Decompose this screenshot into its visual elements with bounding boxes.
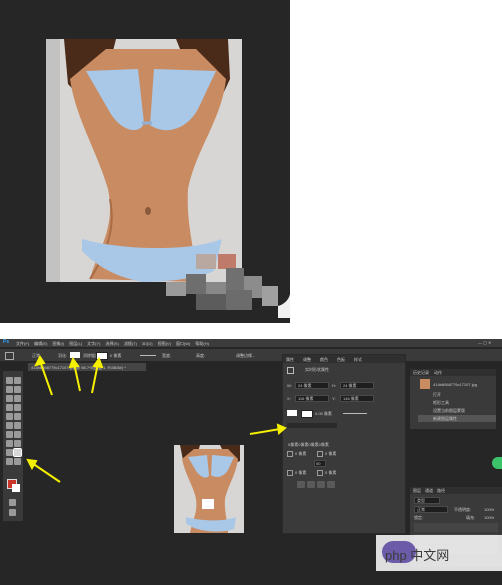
path-op-combine-button[interactable] xyxy=(297,481,305,488)
tab-adjustments[interactable]: 调整 xyxy=(303,357,311,362)
stroke-style-line[interactable] xyxy=(343,413,367,414)
properties-title: 实时形状属性 xyxy=(305,367,329,372)
history-item-mask[interactable]: 设置当前图层蒙版 xyxy=(433,408,465,413)
link-corners-field[interactable]: 00 xyxy=(314,460,326,467)
h-field[interactable]: 24 像素 xyxy=(340,382,374,389)
corner-tr-check[interactable] xyxy=(317,451,323,457)
tab-color[interactable]: 颜色 xyxy=(320,357,328,362)
tab-paths[interactable]: 路径 xyxy=(437,488,445,493)
h-label: H: xyxy=(332,383,336,388)
fill-label: 填充: xyxy=(466,515,476,520)
lock-label: 锁定: xyxy=(414,515,424,520)
window-controls[interactable]: — ▢ ✕ xyxy=(478,340,491,345)
path-op-subtract-button[interactable] xyxy=(307,481,315,488)
corner-tl-value[interactable]: 0 像素 xyxy=(295,451,306,456)
arrow-corners-head xyxy=(276,423,287,435)
opacity-label: 不透明度: xyxy=(454,507,472,512)
y-field[interactable]: 146 像素 xyxy=(340,395,374,402)
history-snapshot-label[interactable]: 414b6068779c17107.jpg xyxy=(433,382,477,387)
watermark-text: php 中文网 xyxy=(385,548,450,563)
path-op-exclude-button[interactable] xyxy=(327,481,335,488)
align-icons[interactable] xyxy=(287,423,337,428)
properties-tabbar: 属性 调整 颜色 色板 样式 xyxy=(283,355,405,363)
stroke-width-value[interactable]: 0.05 像素 xyxy=(315,411,332,416)
arrow-rect-tool-head xyxy=(26,458,38,471)
history-tabbar: 历史记录 动作 xyxy=(410,369,496,376)
screen-mode-icon[interactable] xyxy=(9,509,16,516)
history-snapshot-thumb[interactable] xyxy=(420,379,430,389)
x-field[interactable]: 116 像素 xyxy=(295,395,329,402)
corner-br-check[interactable] xyxy=(317,470,323,476)
arrow-style xyxy=(39,360,53,396)
annotation-arrows xyxy=(26,355,287,483)
y-label: Y: xyxy=(332,396,336,401)
tab-layers[interactable]: 图层 xyxy=(413,488,421,493)
arrow-fill-head xyxy=(68,356,80,369)
history-panel: 历史记录 动作 414b6068779c17107.jpg 打开 矩形工具 设置… xyxy=(410,369,496,429)
corner-radius-value: 0像素0像素0像素0像素 xyxy=(288,442,329,447)
layer-kind-filter[interactable]: 类型 xyxy=(414,497,440,504)
w-field[interactable]: 24 像素 xyxy=(295,382,329,389)
history-item-props[interactable]: 新建图层属性 xyxy=(433,416,457,421)
corner-bl-value[interactable]: 0 像素 xyxy=(295,470,306,475)
photoshop-window: Ps 文件(F) 编辑(E) 图像(I) 图层(L) 文字(Y) 选择(S) 滤镜(T) 3D… xyxy=(0,339,502,585)
corner-tr-value[interactable]: 0 像素 xyxy=(325,451,336,456)
properties-panel: 属性 调整 颜色 色板 样式 实时形状属性 W: 24 像素 H: 24 像素 … xyxy=(282,354,406,534)
layer-row[interactable] xyxy=(414,523,498,532)
tab-actions[interactable]: 动作 xyxy=(434,370,442,375)
tab-swatches[interactable]: 色板 xyxy=(337,357,345,362)
history-item-open[interactable]: 打开 xyxy=(433,392,441,397)
photo-preview xyxy=(46,39,242,282)
corner-br-value[interactable]: 0 像素 xyxy=(325,470,336,475)
model-photo xyxy=(46,39,242,282)
arrow-stroke xyxy=(91,362,99,394)
green-badge-icon[interactable] xyxy=(492,457,502,469)
arrow-rect-tool xyxy=(31,462,61,483)
layers-tabbar: 图层 通道 路径 xyxy=(410,487,502,494)
stroke-color-swatch[interactable] xyxy=(301,410,313,418)
history-item-rect[interactable]: 矩形工具 xyxy=(433,400,449,405)
mosaic-blur xyxy=(166,260,290,318)
blend-mode-select[interactable]: 正常 xyxy=(414,506,448,513)
tab-history[interactable]: 历史记录 xyxy=(413,370,429,375)
quick-mask-icon[interactable] xyxy=(9,499,16,506)
arrow-stroke-head xyxy=(92,356,104,369)
history-item-active-bg xyxy=(418,415,496,422)
tab-styles[interactable]: 样式 xyxy=(354,357,362,362)
arrow-corners xyxy=(249,428,281,435)
path-op-intersect-button[interactable] xyxy=(317,481,325,488)
top-photo-panel xyxy=(0,0,290,323)
arrow-style-head xyxy=(34,355,46,367)
tab-channels[interactable]: 通道 xyxy=(425,488,433,493)
php-watermark: php 中文网 xyxy=(376,535,502,571)
opacity-value[interactable]: 100% xyxy=(484,507,494,512)
fill-value[interactable]: 100% xyxy=(484,515,494,520)
